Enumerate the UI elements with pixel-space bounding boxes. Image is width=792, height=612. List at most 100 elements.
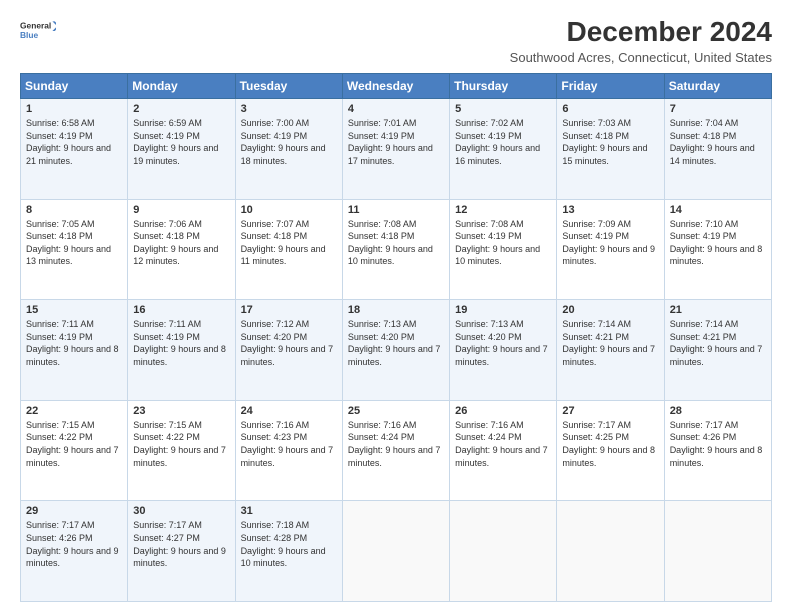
day-number: 12 xyxy=(455,204,551,216)
day-info: Sunrise: 7:07 AMSunset: 4:18 PMDaylight:… xyxy=(241,219,326,267)
day-number: 11 xyxy=(348,204,444,216)
day-info: Sunrise: 7:08 AMSunset: 4:18 PMDaylight:… xyxy=(348,219,433,267)
day-number: 24 xyxy=(241,405,337,417)
calendar-header-row: SundayMondayTuesdayWednesdayThursdayFrid… xyxy=(21,74,772,99)
day-cell-31: 31 Sunrise: 7:18 AMSunset: 4:28 PMDaylig… xyxy=(235,501,342,602)
empty-cell-w4-c6 xyxy=(664,501,771,602)
week-row-3: 15 Sunrise: 7:11 AMSunset: 4:19 PMDaylig… xyxy=(21,300,772,401)
day-number: 30 xyxy=(133,505,229,517)
day-cell-3: 3 Sunrise: 7:00 AMSunset: 4:19 PMDayligh… xyxy=(235,99,342,200)
day-cell-18: 18 Sunrise: 7:13 AMSunset: 4:20 PMDaylig… xyxy=(342,300,449,401)
day-info: Sunrise: 7:14 AMSunset: 4:21 PMDaylight:… xyxy=(562,319,655,367)
day-number: 16 xyxy=(133,304,229,316)
day-cell-21: 21 Sunrise: 7:14 AMSunset: 4:21 PMDaylig… xyxy=(664,300,771,401)
empty-cell-w4-c4 xyxy=(450,501,557,602)
day-cell-27: 27 Sunrise: 7:17 AMSunset: 4:25 PMDaylig… xyxy=(557,400,664,501)
day-cell-26: 26 Sunrise: 7:16 AMSunset: 4:24 PMDaylig… xyxy=(450,400,557,501)
day-cell-13: 13 Sunrise: 7:09 AMSunset: 4:19 PMDaylig… xyxy=(557,199,664,300)
day-cell-29: 29 Sunrise: 7:17 AMSunset: 4:26 PMDaylig… xyxy=(21,501,128,602)
day-info: Sunrise: 7:00 AMSunset: 4:19 PMDaylight:… xyxy=(241,118,326,166)
day-cell-20: 20 Sunrise: 7:14 AMSunset: 4:21 PMDaylig… xyxy=(557,300,664,401)
day-number: 13 xyxy=(562,204,658,216)
day-cell-23: 23 Sunrise: 7:15 AMSunset: 4:22 PMDaylig… xyxy=(128,400,235,501)
week-row-1: 1 Sunrise: 6:58 AMSunset: 4:19 PMDayligh… xyxy=(21,99,772,200)
day-info: Sunrise: 7:02 AMSunset: 4:19 PMDaylight:… xyxy=(455,118,540,166)
day-info: Sunrise: 7:16 AMSunset: 4:24 PMDaylight:… xyxy=(455,420,548,468)
day-cell-10: 10 Sunrise: 7:07 AMSunset: 4:18 PMDaylig… xyxy=(235,199,342,300)
day-info: Sunrise: 7:11 AMSunset: 4:19 PMDaylight:… xyxy=(26,319,119,367)
day-number: 23 xyxy=(133,405,229,417)
day-cell-14: 14 Sunrise: 7:10 AMSunset: 4:19 PMDaylig… xyxy=(664,199,771,300)
day-cell-9: 9 Sunrise: 7:06 AMSunset: 4:18 PMDayligh… xyxy=(128,199,235,300)
day-number: 18 xyxy=(348,304,444,316)
header-tuesday: Tuesday xyxy=(235,74,342,99)
day-number: 31 xyxy=(241,505,337,517)
day-info: Sunrise: 7:04 AMSunset: 4:18 PMDaylight:… xyxy=(670,118,755,166)
day-info: Sunrise: 7:05 AMSunset: 4:18 PMDaylight:… xyxy=(26,219,111,267)
page: General Blue December 2024 Southwood Acr… xyxy=(0,0,792,612)
day-info: Sunrise: 7:17 AMSunset: 4:26 PMDaylight:… xyxy=(670,420,763,468)
day-info: Sunrise: 6:59 AMSunset: 4:19 PMDaylight:… xyxy=(133,118,218,166)
main-title: December 2024 xyxy=(510,16,772,48)
day-cell-28: 28 Sunrise: 7:17 AMSunset: 4:26 PMDaylig… xyxy=(664,400,771,501)
day-info: Sunrise: 7:09 AMSunset: 4:19 PMDaylight:… xyxy=(562,219,655,267)
week-row-2: 8 Sunrise: 7:05 AMSunset: 4:18 PMDayligh… xyxy=(21,199,772,300)
day-number: 10 xyxy=(241,204,337,216)
day-number: 27 xyxy=(562,405,658,417)
day-info: Sunrise: 7:15 AMSunset: 4:22 PMDaylight:… xyxy=(26,420,119,468)
day-cell-15: 15 Sunrise: 7:11 AMSunset: 4:19 PMDaylig… xyxy=(21,300,128,401)
day-number: 17 xyxy=(241,304,337,316)
day-info: Sunrise: 7:18 AMSunset: 4:28 PMDaylight:… xyxy=(241,520,326,568)
day-cell-11: 11 Sunrise: 7:08 AMSunset: 4:18 PMDaylig… xyxy=(342,199,449,300)
logo: General Blue xyxy=(20,16,56,46)
day-info: Sunrise: 7:11 AMSunset: 4:19 PMDaylight:… xyxy=(133,319,226,367)
header-wednesday: Wednesday xyxy=(342,74,449,99)
day-info: Sunrise: 7:01 AMSunset: 4:19 PMDaylight:… xyxy=(348,118,433,166)
day-info: Sunrise: 7:17 AMSunset: 4:26 PMDaylight:… xyxy=(26,520,119,568)
day-cell-2: 2 Sunrise: 6:59 AMSunset: 4:19 PMDayligh… xyxy=(128,99,235,200)
day-cell-1: 1 Sunrise: 6:58 AMSunset: 4:19 PMDayligh… xyxy=(21,99,128,200)
week-row-5: 29 Sunrise: 7:17 AMSunset: 4:26 PMDaylig… xyxy=(21,501,772,602)
day-info: Sunrise: 7:14 AMSunset: 4:21 PMDaylight:… xyxy=(670,319,763,367)
svg-text:General: General xyxy=(20,21,51,31)
day-number: 15 xyxy=(26,304,122,316)
day-info: Sunrise: 7:12 AMSunset: 4:20 PMDaylight:… xyxy=(241,319,334,367)
header-friday: Friday xyxy=(557,74,664,99)
day-number: 29 xyxy=(26,505,122,517)
week-row-4: 22 Sunrise: 7:15 AMSunset: 4:22 PMDaylig… xyxy=(21,400,772,501)
day-cell-7: 7 Sunrise: 7:04 AMSunset: 4:18 PMDayligh… xyxy=(664,99,771,200)
calendar-table: SundayMondayTuesdayWednesdayThursdayFrid… xyxy=(20,73,772,602)
day-cell-4: 4 Sunrise: 7:01 AMSunset: 4:19 PMDayligh… xyxy=(342,99,449,200)
day-info: Sunrise: 7:16 AMSunset: 4:24 PMDaylight:… xyxy=(348,420,441,468)
day-cell-6: 6 Sunrise: 7:03 AMSunset: 4:18 PMDayligh… xyxy=(557,99,664,200)
day-number: 1 xyxy=(26,103,122,115)
day-number: 25 xyxy=(348,405,444,417)
day-cell-22: 22 Sunrise: 7:15 AMSunset: 4:22 PMDaylig… xyxy=(21,400,128,501)
day-info: Sunrise: 7:13 AMSunset: 4:20 PMDaylight:… xyxy=(455,319,548,367)
header-sunday: Sunday xyxy=(21,74,128,99)
day-number: 8 xyxy=(26,204,122,216)
empty-cell-w4-c3 xyxy=(342,501,449,602)
day-info: Sunrise: 7:15 AMSunset: 4:22 PMDaylight:… xyxy=(133,420,226,468)
day-cell-16: 16 Sunrise: 7:11 AMSunset: 4:19 PMDaylig… xyxy=(128,300,235,401)
empty-cell-w4-c5 xyxy=(557,501,664,602)
day-number: 9 xyxy=(133,204,229,216)
day-number: 14 xyxy=(670,204,766,216)
general-blue-logo-icon: General Blue xyxy=(20,16,56,46)
day-cell-19: 19 Sunrise: 7:13 AMSunset: 4:20 PMDaylig… xyxy=(450,300,557,401)
day-cell-12: 12 Sunrise: 7:08 AMSunset: 4:19 PMDaylig… xyxy=(450,199,557,300)
day-cell-30: 30 Sunrise: 7:17 AMSunset: 4:27 PMDaylig… xyxy=(128,501,235,602)
day-info: Sunrise: 7:06 AMSunset: 4:18 PMDaylight:… xyxy=(133,219,218,267)
header: General Blue December 2024 Southwood Acr… xyxy=(20,16,772,65)
day-info: Sunrise: 7:16 AMSunset: 4:23 PMDaylight:… xyxy=(241,420,334,468)
day-number: 26 xyxy=(455,405,551,417)
day-info: Sunrise: 7:13 AMSunset: 4:20 PMDaylight:… xyxy=(348,319,441,367)
svg-text:Blue: Blue xyxy=(20,30,39,40)
day-cell-8: 8 Sunrise: 7:05 AMSunset: 4:18 PMDayligh… xyxy=(21,199,128,300)
day-cell-5: 5 Sunrise: 7:02 AMSunset: 4:19 PMDayligh… xyxy=(450,99,557,200)
header-monday: Monday xyxy=(128,74,235,99)
day-cell-25: 25 Sunrise: 7:16 AMSunset: 4:24 PMDaylig… xyxy=(342,400,449,501)
day-cell-24: 24 Sunrise: 7:16 AMSunset: 4:23 PMDaylig… xyxy=(235,400,342,501)
day-cell-17: 17 Sunrise: 7:12 AMSunset: 4:20 PMDaylig… xyxy=(235,300,342,401)
day-number: 3 xyxy=(241,103,337,115)
